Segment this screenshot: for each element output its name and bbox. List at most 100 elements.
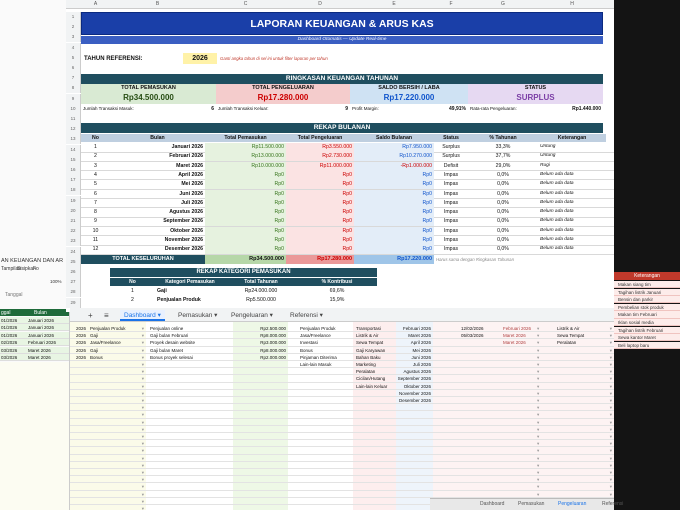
cell-reference[interactable]: Tanggal (5, 292, 23, 298)
dropdown-arrow-icon[interactable]: ▾ (142, 419, 144, 425)
dropdown-arrow-icon[interactable]: ▾ (537, 491, 539, 497)
dropdown-arrow-icon[interactable]: ▾ (537, 483, 539, 489)
row-number[interactable]: 6 (66, 63, 81, 73)
dropdown-arrow-icon[interactable]: ▾ (142, 469, 144, 475)
dropdown-arrow-icon[interactable]: ▾ (142, 404, 144, 410)
dropdown-arrow-icon[interactable]: ▾ (537, 476, 539, 482)
dropdown-arrow-icon[interactable]: ▾ (610, 368, 612, 374)
reference-year-input[interactable]: 2026 (183, 53, 217, 64)
col-d[interactable]: D (286, 1, 354, 7)
dropdown-arrow-icon[interactable]: ▾ (142, 339, 144, 345)
col-h[interactable]: H (538, 1, 606, 7)
row-number[interactable]: 1 (66, 12, 81, 22)
col-b[interactable]: B (110, 1, 205, 7)
dropdown-arrow-icon[interactable]: ▾ (610, 433, 612, 439)
menu-format[interactable]: Fo (33, 266, 39, 272)
dropdown-arrow-icon[interactable]: ▾ (610, 332, 612, 338)
dropdown-arrow-icon[interactable]: ▾ (142, 498, 144, 504)
row-number[interactable]: 14 (66, 144, 81, 155)
dropdown-arrow-icon[interactable]: ▾ (142, 483, 144, 489)
secondary-tab-referensi[interactable]: Referensi (602, 501, 623, 507)
dropdown-arrow-icon[interactable]: ▾ (142, 368, 144, 374)
dropdown-arrow-icon[interactable]: ▾ (142, 440, 144, 446)
dropdown-arrow-icon[interactable]: ▾ (142, 455, 144, 461)
dropdown-arrow-icon[interactable]: ▾ (610, 361, 612, 367)
dropdown-arrow-icon[interactable]: ▾ (142, 505, 144, 510)
dropdown-arrow-icon[interactable]: ▾ (610, 476, 612, 482)
row-number[interactable]: 7 (66, 73, 81, 84)
dropdown-arrow-icon[interactable]: ▾ (610, 347, 612, 353)
dropdown-arrow-icon[interactable]: ▾ (610, 462, 612, 468)
dropdown-arrow-icon[interactable]: ▾ (537, 447, 539, 453)
dropdown-arrow-icon[interactable]: ▾ (537, 332, 539, 338)
dropdown-arrow-icon[interactable]: ▾ (142, 375, 144, 381)
row-number[interactable]: 15 (66, 154, 81, 165)
all-sheets-menu-button[interactable]: ≡ (100, 310, 113, 321)
secondary-tab-pemasukan[interactable]: Pemasukan (518, 501, 544, 507)
dropdown-arrow-icon[interactable]: ▾ (610, 483, 612, 489)
dropdown-arrow-icon[interactable]: ▾ (537, 469, 539, 475)
dropdown-arrow-icon[interactable]: ▾ (537, 347, 539, 353)
dropdown-arrow-icon[interactable]: ▾ (142, 361, 144, 367)
dropdown-arrow-icon[interactable]: ▾ (142, 332, 144, 338)
tab-dashboard[interactable]: Dashboard ▾ (120, 310, 165, 321)
dropdown-arrow-icon[interactable]: ▾ (142, 491, 144, 497)
col-f[interactable]: F (434, 1, 468, 7)
dropdown-arrow-icon[interactable]: ▾ (610, 390, 612, 396)
dropdown-arrow-icon[interactable]: ▾ (537, 404, 539, 410)
row-number[interactable]: 28 (66, 287, 81, 298)
tab-pengeluaran[interactable]: Pengeluaran ▾ (227, 310, 277, 321)
col-a[interactable]: A (81, 1, 110, 7)
dropdown-arrow-icon[interactable]: ▾ (142, 426, 144, 432)
secondary-tab-dashboard[interactable]: Dashboard (480, 501, 504, 507)
row-number[interactable]: 23 (66, 236, 81, 247)
dropdown-arrow-icon[interactable]: ▾ (537, 383, 539, 389)
secondary-tab-pengeluaran[interactable]: Pengeluaran (558, 501, 586, 507)
col-e[interactable]: E (354, 1, 434, 7)
dropdown-arrow-icon[interactable]: ▾ (610, 491, 612, 497)
dropdown-arrow-icon[interactable]: ▾ (537, 440, 539, 446)
col-g[interactable]: G (468, 1, 538, 7)
add-sheet-button[interactable]: + (84, 310, 97, 321)
row-number[interactable]: 20 (66, 205, 81, 216)
row-number[interactable]: 29 (66, 297, 81, 308)
dropdown-arrow-icon[interactable]: ▾ (610, 383, 612, 389)
tab-pemasukan[interactable]: Pemasukan ▾ (174, 310, 221, 321)
row-number[interactable]: 16 (66, 165, 81, 175)
dropdown-arrow-icon[interactable]: ▾ (610, 375, 612, 381)
dropdown-arrow-icon[interactable]: ▾ (537, 354, 539, 360)
dropdown-arrow-icon[interactable]: ▾ (142, 325, 144, 331)
row-number[interactable]: 5 (66, 52, 81, 63)
row-number[interactable]: 19 (66, 195, 81, 206)
dropdown-arrow-icon[interactable]: ▾ (537, 397, 539, 403)
row-number[interactable]: 3 (66, 32, 81, 43)
dropdown-arrow-icon[interactable]: ▾ (610, 447, 612, 453)
row-number[interactable]: 25 (66, 256, 81, 267)
dropdown-arrow-icon[interactable]: ▾ (142, 383, 144, 389)
row-number[interactable]: 26 (66, 267, 81, 277)
dropdown-arrow-icon[interactable]: ▾ (610, 440, 612, 446)
dropdown-arrow-icon[interactable]: ▾ (142, 390, 144, 396)
dropdown-arrow-icon[interactable]: ▾ (142, 447, 144, 453)
dropdown-arrow-icon[interactable]: ▾ (537, 411, 539, 417)
dropdown-arrow-icon[interactable]: ▾ (610, 469, 612, 475)
dropdown-arrow-icon[interactable]: ▾ (610, 354, 612, 360)
dropdown-arrow-icon[interactable]: ▾ (537, 361, 539, 367)
row-number[interactable]: 22 (66, 226, 81, 237)
dropdown-arrow-icon[interactable]: ▾ (610, 404, 612, 410)
col-c[interactable]: C (205, 1, 286, 7)
dropdown-arrow-icon[interactable]: ▾ (537, 426, 539, 432)
zoom-level[interactable]: 100% (50, 279, 62, 284)
row-number[interactable]: 8 (66, 83, 81, 94)
row-number[interactable]: 17 (66, 175, 81, 186)
row-number[interactable]: 18 (66, 185, 81, 196)
dropdown-arrow-icon[interactable]: ▾ (537, 433, 539, 439)
dropdown-arrow-icon[interactable]: ▾ (610, 411, 612, 417)
tab-referensi[interactable]: Referensi ▾ (286, 310, 327, 321)
dropdown-arrow-icon[interactable]: ▾ (610, 325, 612, 331)
dropdown-arrow-icon[interactable]: ▾ (537, 390, 539, 396)
row-number[interactable]: 12 (66, 124, 81, 135)
row-number[interactable]: 21 (66, 216, 81, 226)
dropdown-arrow-icon[interactable]: ▾ (610, 397, 612, 403)
dropdown-arrow-icon[interactable]: ▾ (142, 397, 144, 403)
